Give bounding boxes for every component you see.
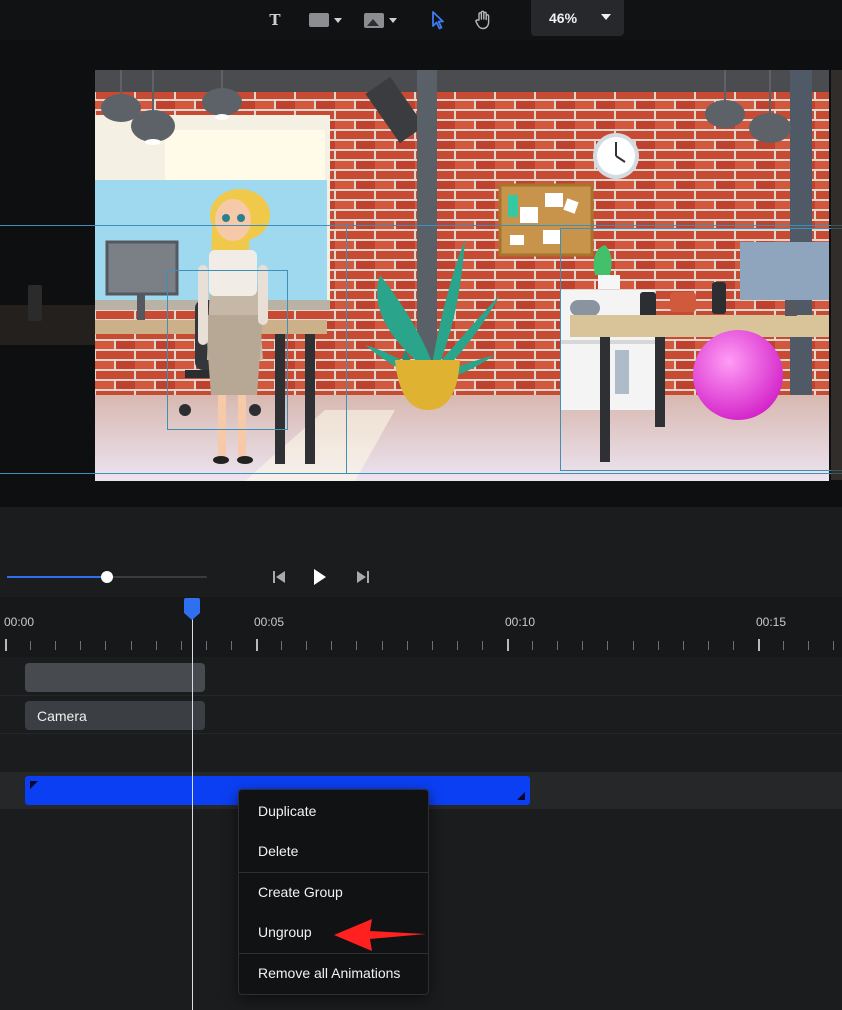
guide-line-bottom <box>0 473 842 474</box>
offscreen-desk-left <box>0 305 95 345</box>
camera-track-clip[interactable]: Camera <box>25 701 205 730</box>
zoom-dropdown[interactable]: 46% <box>531 0 624 36</box>
ruler-tick <box>783 641 785 650</box>
ruler-tick <box>130 641 132 650</box>
playhead-handle-icon[interactable] <box>182 597 202 621</box>
menu-item-label: Create Group <box>258 884 343 900</box>
volume-slider[interactable] <box>7 571 207 583</box>
clip-start-handle[interactable] <box>30 781 38 789</box>
ruler-tick <box>632 641 634 650</box>
ruler-tick <box>481 641 483 650</box>
text-tool-button[interactable]: T <box>266 8 284 32</box>
skip-forward-icon <box>357 571 369 583</box>
annotation-arrow-icon <box>334 919 426 951</box>
clip-end-handle[interactable] <box>517 792 525 800</box>
ruler-tick <box>230 641 232 650</box>
ruler-tick <box>532 641 534 650</box>
ruler-tick <box>557 641 559 650</box>
play-icon <box>314 569 326 585</box>
top-toolbar: T 46% <box>0 0 842 40</box>
ruler-label: 00:05 <box>254 615 285 629</box>
ruler-tick <box>356 641 358 650</box>
ruler-tick <box>155 641 157 650</box>
ruler-tick <box>180 641 182 650</box>
menu-item-delete[interactable]: Delete <box>239 833 428 869</box>
image-icon <box>363 12 384 28</box>
ruler-tick <box>682 641 684 650</box>
ruler-tick <box>205 641 207 650</box>
guide-line-top <box>0 225 842 226</box>
ruler-tick <box>758 639 760 651</box>
ruler-tick <box>406 641 408 650</box>
cursor-arrow-icon <box>432 11 444 30</box>
menu-item-duplicate[interactable]: Duplicate <box>239 793 428 829</box>
ruler-tick <box>331 641 333 650</box>
chevron-down-icon <box>601 14 611 20</box>
ruler-label: 00:15 <box>756 615 787 629</box>
ruler-tick <box>582 641 584 650</box>
ruler-tick <box>431 641 433 650</box>
track-separator <box>0 733 842 734</box>
menu-item-label: Duplicate <box>258 803 317 819</box>
ruler-label: 00:00 <box>4 615 35 629</box>
context-menu: Duplicate Delete Create Group Ungroup Re… <box>238 789 429 995</box>
track-separator <box>0 695 842 696</box>
desk-bounding-box[interactable] <box>560 228 842 471</box>
timeline-ruler[interactable]: 00:00 00:05 00:10 00:15 <box>0 597 842 657</box>
ruler-tick <box>657 641 659 650</box>
rectangle-icon <box>308 13 329 27</box>
skip-back-icon <box>273 571 285 583</box>
offscreen-edge-right <box>831 70 842 480</box>
camera-track-label: Camera <box>37 707 87 724</box>
ruler-tick <box>256 639 258 651</box>
hand-icon <box>475 10 490 30</box>
guide-line-vertical <box>346 225 347 474</box>
pan-tool-button[interactable] <box>473 8 493 32</box>
menu-item-label: Delete <box>258 843 299 859</box>
skip-back-button[interactable] <box>268 566 290 588</box>
skip-forward-button[interactable] <box>352 566 374 588</box>
ruler-tick <box>732 641 734 650</box>
volume-slider-knob[interactable] <box>101 571 113 583</box>
stage-bottom-band <box>0 507 842 557</box>
ruler-tick <box>381 641 383 650</box>
menu-item-label: Ungroup <box>258 924 312 940</box>
play-button[interactable] <box>309 566 331 588</box>
menu-item-remove-all-animations[interactable]: Remove all Animations <box>239 955 428 991</box>
ruler-tick <box>507 639 509 651</box>
ruler-tick <box>281 641 283 650</box>
character-bounding-box[interactable] <box>167 270 288 430</box>
ruler-tick <box>833 641 835 650</box>
ruler-tick <box>707 641 709 650</box>
ruler-tick <box>306 641 308 650</box>
menu-divider <box>239 872 428 873</box>
ruler-tick <box>30 641 32 650</box>
playback-controls <box>0 557 842 597</box>
ruler-tick <box>456 641 458 650</box>
playhead-line <box>192 610 193 1010</box>
image-tool-button[interactable] <box>362 8 398 32</box>
ruler-tick <box>80 641 82 650</box>
shape-tool-button[interactable] <box>307 8 343 32</box>
ruler-label: 00:10 <box>505 615 536 629</box>
track-clip[interactable] <box>25 663 205 692</box>
offscreen-speaker-left <box>28 285 42 321</box>
ruler-tick <box>105 641 107 650</box>
chevron-down-icon <box>333 17 342 23</box>
volume-slider-fill <box>7 576 107 578</box>
menu-item-label: Remove all Animations <box>258 965 401 981</box>
menu-item-create-group[interactable]: Create Group <box>239 874 428 910</box>
ruler-tick <box>607 641 609 650</box>
ruler-tick <box>55 641 57 650</box>
ruler-tick <box>808 641 810 650</box>
chevron-down-icon <box>388 17 397 23</box>
select-tool-button[interactable] <box>428 8 448 32</box>
zoom-value: 46% <box>549 10 578 26</box>
canvas-stage[interactable] <box>0 40 842 507</box>
text-icon: T <box>269 11 281 29</box>
ruler-tick <box>5 639 7 651</box>
